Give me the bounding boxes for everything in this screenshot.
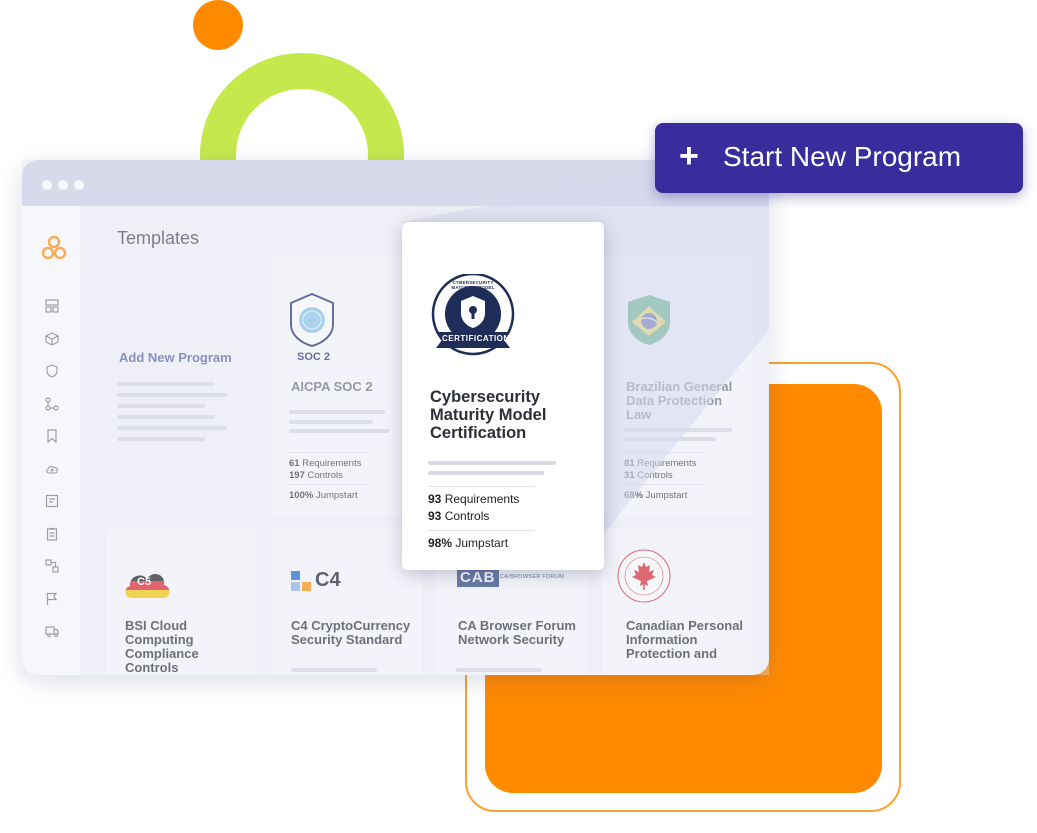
workflow-icon[interactable] (45, 397, 59, 411)
template-card-c4[interactable]: C4 C4 CryptoCurrency Security Standard (271, 528, 422, 675)
c4-badge-label: C4 (315, 569, 341, 591)
featured-controls-count: 93 Controls (428, 509, 490, 523)
template-card-lgpd[interactable]: Brazilian General Data Protection Law 81… (602, 256, 753, 516)
featured-template-name: Cybersecurity Maturity Model Certificati… (430, 388, 547, 442)
add-new-program-label[interactable]: Add New Program (119, 350, 232, 365)
cloud-upload-icon[interactable] (45, 462, 59, 476)
requirements-count: 61 Requirements (289, 458, 362, 469)
template-card-bsi-c5[interactable]: C5 BSI Cloud Computing Compliance Contro… (106, 528, 257, 675)
template-name: BSI Cloud Computing Compliance Controls (125, 618, 199, 675)
cmmc-badge-ribbon: CERTIFICATION (442, 334, 510, 343)
template-name: Brazilian General Data Protection Law (626, 379, 733, 422)
bookmark-icon[interactable] (45, 429, 59, 443)
template-card-soc2[interactable]: SOC 2 AICPA SOC 2 61 Requirements 197 Co… (271, 256, 422, 516)
jumpstart-percent: 100% Jumpstart (289, 490, 358, 501)
template-name: CA Browser Forum Network Security (458, 618, 576, 647)
shield-icon[interactable] (45, 364, 59, 378)
requirements-count: 81 Requirements (624, 458, 697, 469)
plus-icon: + (679, 137, 699, 175)
decorative-dot (193, 0, 243, 50)
app-window: Templates Add New Program SOC 2 AICPA SO… (22, 160, 769, 675)
start-new-program-label: Start New Program (723, 141, 962, 172)
app-logo[interactable] (40, 234, 68, 262)
featured-jumpstart-percent: 98% Jumpstart (428, 536, 509, 550)
cmmc-badge-ring-text: CYBERSECURITY MATURITY MODEL (451, 280, 495, 290)
window-dot (74, 180, 84, 190)
window-dot (42, 180, 52, 190)
flag-icon[interactable] (45, 592, 59, 606)
start-new-program-button[interactable]: + Start New Program (655, 123, 1023, 193)
box-icon[interactable] (45, 332, 59, 346)
cab-badge-label: CAB (457, 569, 499, 587)
truck-icon[interactable] (45, 624, 59, 638)
c5-badge-label: C5 (137, 576, 152, 588)
dashboard-icon[interactable] (45, 299, 59, 313)
controls-count: 31 Controls (624, 470, 673, 481)
integration-icon[interactable] (45, 559, 59, 573)
page-title: Templates (117, 228, 200, 248)
template-name: C4 CryptoCurrency Security Standard (291, 618, 411, 647)
template-name: Canadian Personal Information Protection… (626, 618, 744, 661)
featured-template-card-cmmc[interactable]: CERTIFICATION CYBERSECURITY MATURITY MOD… (402, 222, 604, 570)
featured-requirements-count: 93 Requirements (428, 492, 520, 506)
cab-badge-sub: CA/BROWSER FORUM (500, 574, 565, 580)
soc2-badge-label: SOC 2 (297, 351, 331, 363)
jumpstart-percent: 68% Jumpstart (624, 490, 688, 501)
controls-count: 197 Controls (289, 470, 343, 481)
c4-logo-icon (291, 571, 311, 591)
window-dot (58, 180, 68, 190)
add-new-program[interactable]: Add New Program (117, 350, 247, 450)
canada-seal-icon (616, 548, 672, 604)
report-icon[interactable] (45, 494, 59, 508)
sidebar (22, 206, 80, 675)
soc2-badge-icon (289, 292, 335, 348)
template-name: AICPA SOC 2 (291, 379, 373, 394)
template-card-pipeda[interactable]: Canadian Personal Information Protection… (602, 528, 753, 675)
clipboard-icon[interactable] (45, 527, 59, 541)
brazil-flag-shield-icon (626, 294, 672, 346)
